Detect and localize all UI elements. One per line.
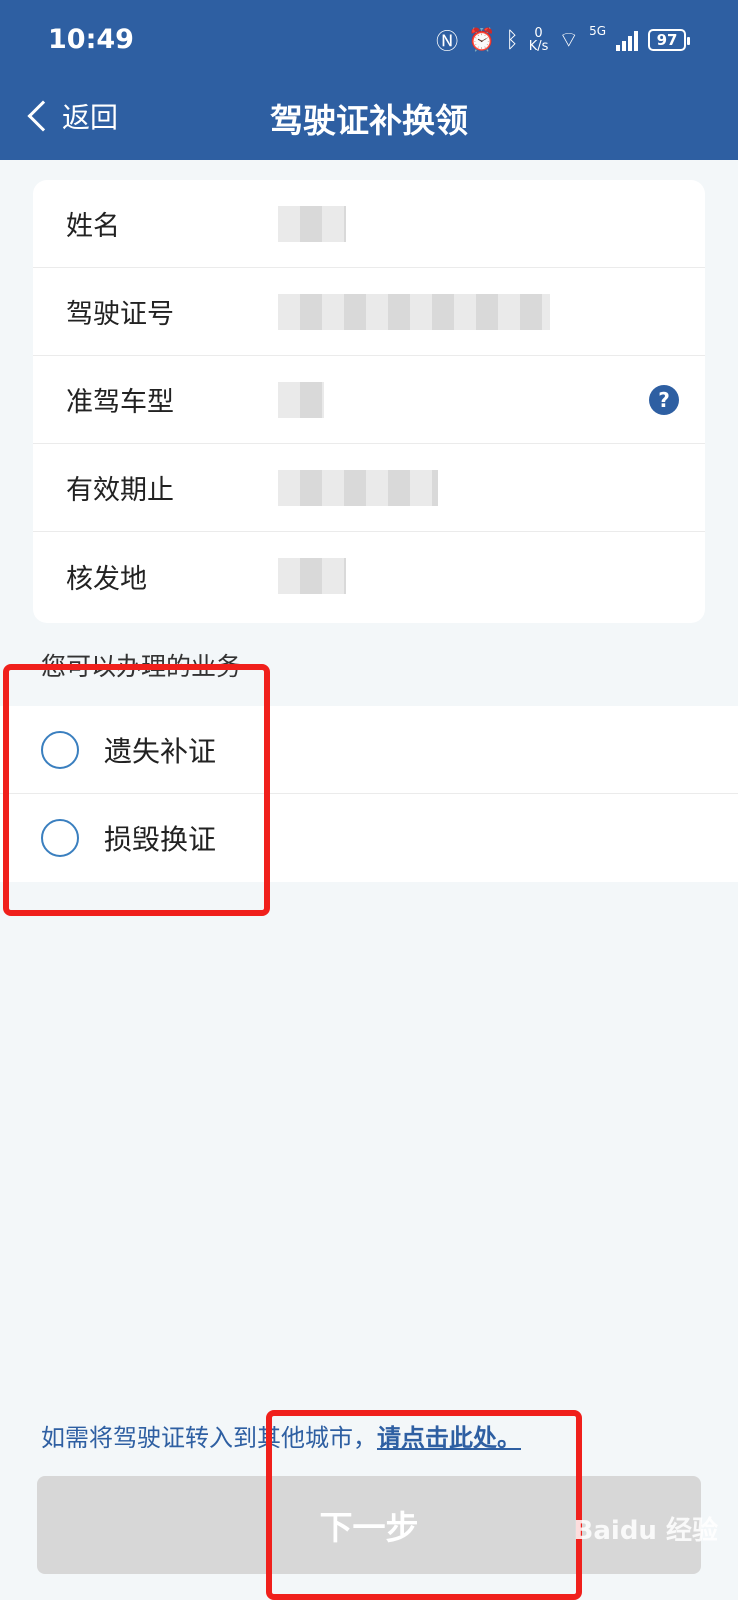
nfc-icon: Ⓝ (436, 30, 459, 55)
info-row-vehicle-class: 准驾车型 ? (33, 356, 705, 444)
bluetooth-icon: ᛒ (505, 27, 519, 53)
info-label: 有效期止 (66, 475, 174, 506)
info-label: 驾驶证号 (66, 299, 174, 330)
blurred-value (278, 206, 346, 242)
info-label: 准驾车型 (66, 387, 174, 418)
page-title: 驾驶证补换领 (270, 101, 468, 140)
baidu-watermark: Baidu 经验 (573, 1516, 718, 1546)
status-bar: 10:49 Ⓝ ⏰ ᛒ 0 K/s ⌔ 5G 97 (0, 0, 738, 80)
alarm-icon: ⏰ (468, 27, 496, 53)
info-label: 姓名 (66, 211, 120, 242)
license-info-card: 姓名 驾驶证号 准驾车型 ? 有效期止 核发地 (33, 180, 705, 623)
info-row-valid-until: 有效期止 (33, 444, 705, 532)
status-time: 10:49 (48, 24, 134, 55)
info-row-license-number: 驾驶证号 (33, 268, 705, 356)
blurred-value (278, 294, 550, 330)
battery-icon: 97 (648, 29, 690, 51)
info-row-name: 姓名 (33, 180, 705, 268)
app-header: 10:49 Ⓝ ⏰ ᛒ 0 K/s ⌔ 5G 97 返回 驾驶证补换领 (0, 0, 738, 160)
info-label: 核发地 (66, 563, 147, 595)
blurred-value (278, 470, 438, 506)
highlight-box-options (3, 664, 270, 916)
wifi-icon: ⌔ (558, 28, 580, 53)
highlight-box-next (266, 1410, 582, 1600)
help-icon[interactable]: ? (649, 384, 679, 415)
nav-bar: 返回 驾驶证补换领 (0, 80, 738, 160)
network-type: 5G (589, 24, 606, 38)
blurred-value (278, 558, 346, 594)
status-icons: Ⓝ ⏰ ᛒ 0 K/s ⌔ 5G 97 (436, 24, 690, 56)
signal-icon (616, 29, 638, 51)
network-speed: 0 K/s (528, 26, 549, 54)
blurred-value (278, 382, 324, 418)
info-row-issuing-place: 核发地 (33, 532, 705, 620)
